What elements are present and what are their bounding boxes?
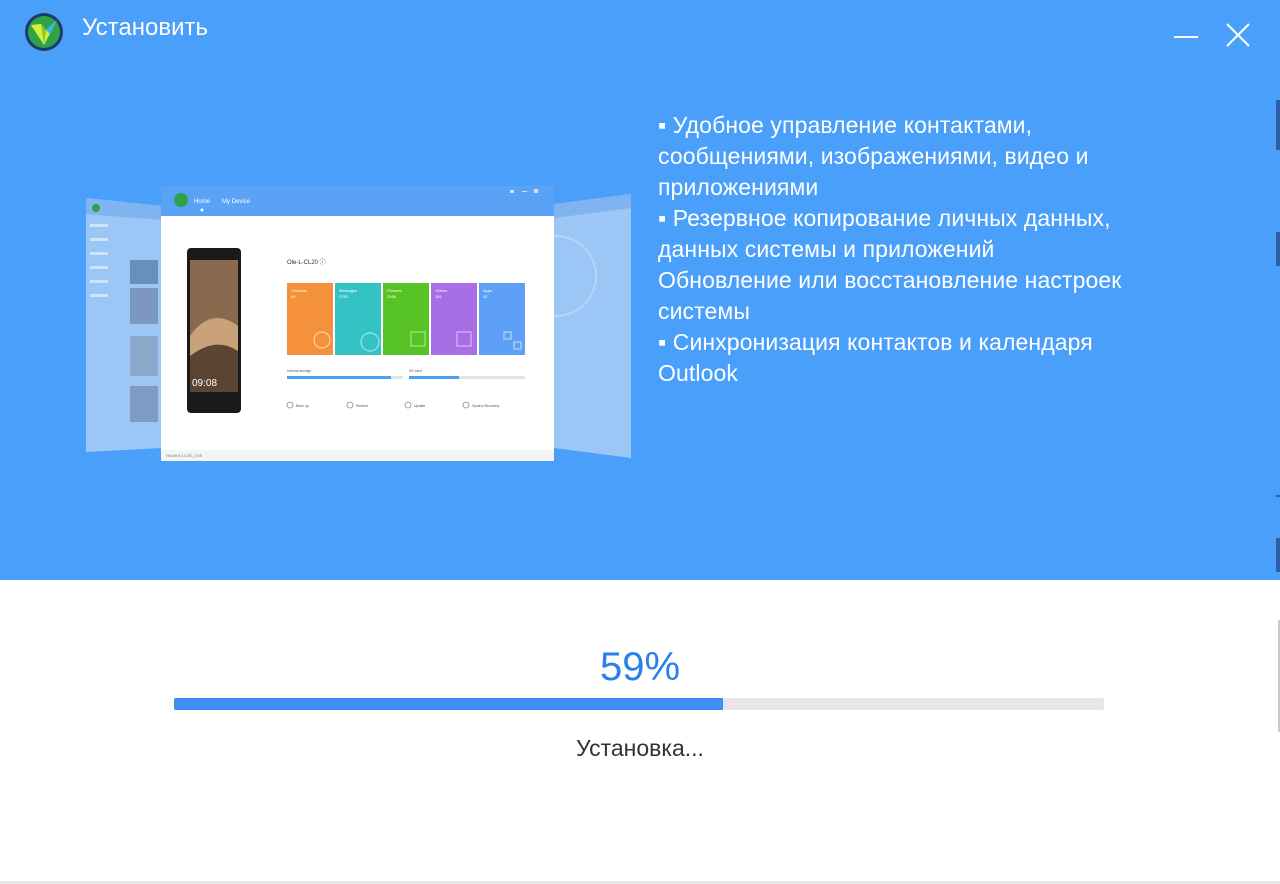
svg-text:2752: 2752: [339, 294, 349, 299]
feature-line: Обновление или восстановление настроек: [658, 267, 1122, 293]
window-edge-mark: [1276, 538, 1280, 572]
close-icon[interactable]: [1222, 20, 1254, 52]
window-edge-mark: [1276, 100, 1280, 150]
feature-line: Outlook: [658, 360, 738, 386]
illus-phone-time: 09:08: [192, 378, 217, 389]
illus-tiles: Contacts 69 Messages 2752 Pictures 3166 …: [287, 283, 525, 355]
svg-text:Videos: Videos: [435, 288, 447, 293]
svg-text:69: 69: [291, 294, 296, 299]
svg-text:3166: 3166: [387, 294, 397, 299]
back-panel-left: [86, 198, 162, 452]
svg-text:115: 115: [435, 294, 442, 299]
feature-line: сообщениями, изображениями, видео и: [658, 143, 1089, 169]
installer-window: Установить Home My Device 09:08 Ole-L-CL…: [0, 0, 1280, 884]
progress-percent: 59%: [599, 645, 681, 689]
feature-list: ▪ Удобное управление контактами, сообщен…: [658, 110, 1218, 389]
feature-line: ▪ Синхронизация контактов и календаря: [658, 329, 1093, 355]
svg-text:Internal storage: Internal storage: [287, 369, 311, 373]
title-bar: Установить: [0, 0, 1280, 64]
hisuite-logo-icon: [25, 13, 63, 51]
feature-line: ▪ Удобное управление контактами,: [658, 112, 1033, 138]
feature-line: приложениями: [658, 174, 819, 200]
progress-bar: [174, 698, 1104, 710]
window-edge-mark: [1276, 232, 1280, 266]
hero-banner: Установить Home My Device 09:08 Ole-L-CL…: [0, 0, 1280, 580]
svg-text:Contacts: Contacts: [291, 288, 307, 293]
svg-text:Back up: Back up: [296, 404, 309, 408]
svg-text:Apps: Apps: [483, 288, 492, 293]
illus-nav-device: My Device: [222, 199, 251, 205]
minimize-icon[interactable]: [1170, 20, 1202, 52]
svg-text:42: 42: [483, 294, 488, 299]
window-title: Установить: [82, 14, 208, 41]
svg-text:Restore: Restore: [356, 404, 368, 408]
progress-bar-fill: [174, 698, 723, 710]
feature-line: ▪ Резервное копирование личных данных,: [658, 205, 1111, 231]
window-edge-mark: [1276, 495, 1280, 497]
front-window: Home My Device 09:08 Ole-L-CL20 ⓘ Contac…: [161, 186, 554, 461]
svg-text:Messages: Messages: [339, 288, 357, 293]
feature-line: системы: [658, 298, 750, 324]
svg-text:Update: Update: [414, 404, 425, 408]
feature-line: данных системы и приложений: [658, 236, 995, 262]
svg-text:System Recovery: System Recovery: [472, 404, 500, 408]
hisuite-screenshot-illustration: Home My Device 09:08 Ole-L-CL20 ⓘ Contac…: [86, 186, 631, 461]
install-status: Установка...: [576, 735, 704, 761]
illus-device-name: Ole-L-CL20 ⓘ: [287, 258, 326, 266]
svg-text:SD card: SD card: [409, 369, 422, 373]
svg-text:Pictures: Pictures: [387, 288, 401, 293]
svg-text:HiSuite 8.0.0.301_OVE: HiSuite 8.0.0.301_OVE: [166, 454, 203, 458]
illus-nav-home: Home: [194, 199, 211, 205]
